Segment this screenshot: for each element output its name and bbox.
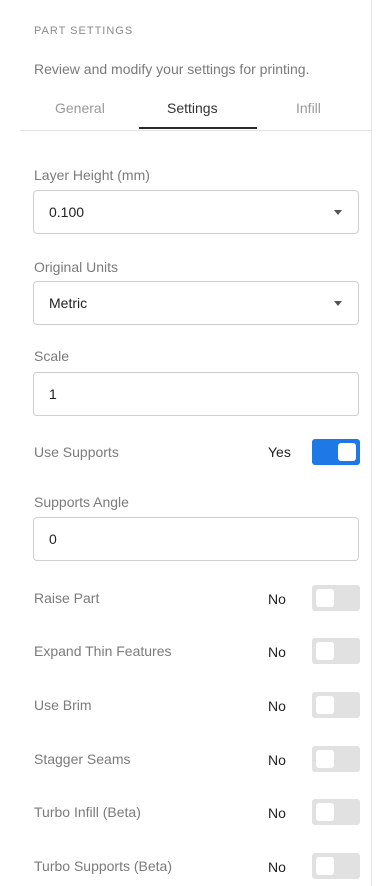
use-supports-state: Yes — [268, 444, 291, 460]
toggle-knob — [316, 642, 334, 660]
tab-bar: General Settings Infill — [20, 90, 372, 131]
tab-settings[interactable]: Settings — [167, 100, 218, 116]
expand-thin-features-state: No — [268, 644, 286, 660]
section-title: PART SETTINGS — [34, 25, 134, 37]
expand-thin-features-label: Expand Thin Features — [34, 643, 172, 659]
toggle-knob — [316, 857, 334, 875]
supports-angle-label: Supports Angle — [34, 494, 129, 510]
stagger-seams-label: Stagger Seams — [34, 751, 131, 767]
chevron-down-icon — [334, 210, 342, 215]
use-brim-label: Use Brim — [34, 697, 92, 713]
scale-value: 1 — [49, 386, 57, 402]
turbo-supports-state: No — [268, 859, 286, 875]
turbo-infill-state: No — [268, 805, 286, 821]
stagger-seams-state: No — [268, 752, 286, 768]
layer-height-select[interactable]: 0.100 — [33, 190, 359, 234]
chevron-down-icon — [334, 301, 342, 306]
toggle-knob — [316, 803, 334, 821]
expand-thin-features-toggle[interactable] — [312, 638, 360, 664]
stagger-seams-toggle[interactable] — [312, 746, 360, 772]
scale-input[interactable]: 1 — [33, 372, 359, 416]
part-settings-panel: PART SETTINGS Review and modify your set… — [0, 0, 372, 886]
turbo-infill-toggle[interactable] — [312, 799, 360, 825]
turbo-supports-toggle[interactable] — [312, 853, 360, 879]
tab-infill[interactable]: Infill — [296, 100, 321, 116]
toggle-knob — [316, 589, 334, 607]
use-supports-label: Use Supports — [34, 444, 119, 460]
section-subtitle: Review and modify your settings for prin… — [34, 61, 310, 77]
toggle-knob — [338, 443, 356, 461]
raise-part-label: Raise Part — [34, 590, 100, 606]
scale-label: Scale — [34, 348, 70, 364]
layer-height-label: Layer Height (mm) — [34, 167, 150, 183]
turbo-infill-label: Turbo Infill (Beta) — [34, 804, 141, 820]
raise-part-toggle[interactable] — [312, 585, 360, 611]
raise-part-state: No — [268, 591, 286, 607]
toggle-knob — [316, 750, 334, 768]
active-tab-indicator — [139, 127, 257, 129]
turbo-supports-label: Turbo Supports (Beta) — [34, 858, 172, 874]
supports-angle-value: 0 — [49, 531, 57, 547]
layer-height-value: 0.100 — [49, 204, 85, 220]
use-brim-state: No — [268, 698, 286, 714]
use-brim-toggle[interactable] — [312, 692, 360, 718]
use-supports-toggle[interactable] — [312, 439, 360, 465]
original-units-select[interactable]: Metric — [33, 281, 359, 325]
tab-general[interactable]: General — [55, 100, 105, 116]
original-units-label: Original Units — [34, 259, 119, 275]
toggle-knob — [316, 696, 334, 714]
supports-angle-input[interactable]: 0 — [33, 517, 359, 561]
original-units-value: Metric — [49, 295, 88, 311]
